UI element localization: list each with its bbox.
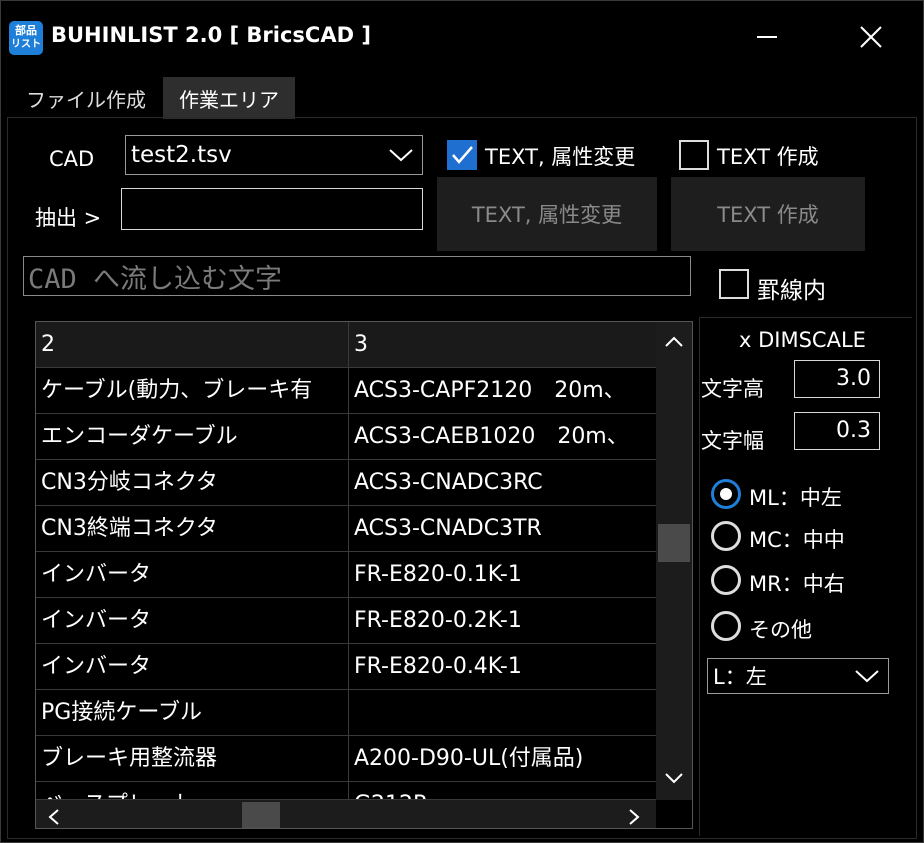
chevron-left-icon[interactable] — [48, 808, 60, 826]
radio-other[interactable] — [711, 611, 741, 641]
vertical-scroll-thumb[interactable] — [658, 524, 690, 562]
table-cell-name[interactable]: ケーブル(動力、ブレーキ有 — [36, 368, 349, 413]
table-cell-name[interactable]: インバータ — [36, 552, 349, 597]
extract-input[interactable] — [121, 188, 423, 230]
table-row[interactable]: PG接続ケーブル — [36, 690, 656, 736]
radio-ml[interactable] — [711, 479, 741, 509]
radio-ml-label[interactable]: ML：中左 — [749, 482, 842, 512]
table-row[interactable]: CN3分岐コネクタ ACS3-CNADC3RC — [36, 460, 656, 506]
cad-text-placeholder: CAD へ流し込む文字 — [28, 263, 283, 295]
table-row[interactable]: ケーブル(動力、ブレーキ有 ACS3-CAPF2120 20m、 — [36, 368, 656, 414]
table-row[interactable]: CN3終端コネクタ ACS3-CNADC3TR — [36, 506, 656, 552]
table-row[interactable]: エンコーダケーブル ACS3-CAEB1020 20m、 — [36, 414, 656, 460]
table-cell-name[interactable]: エンコーダケーブル — [36, 414, 349, 459]
text-create-checkbox-label: TEXT 作成 — [717, 145, 819, 169]
radio-mr-label[interactable]: MR：中右 — [749, 568, 845, 598]
chevron-up-icon[interactable] — [664, 336, 684, 348]
table-row[interactable]: インバータ FR-E820-0.4K-1 — [36, 644, 656, 690]
table-row[interactable]: インバータ FR-E820-0.2K-1 — [36, 598, 656, 644]
table-cell-name[interactable]: PG接続ケーブル — [36, 690, 349, 735]
grid-header-col3[interactable]: 3 — [349, 322, 656, 367]
app-icon-line1: 部品 — [15, 24, 37, 37]
chevron-down-icon[interactable] — [664, 772, 684, 784]
table-cell-name[interactable]: ベースプレート — [36, 782, 349, 799]
title-bar[interactable]: 部品 リスト BUHINLIST 2.0 [ BricsCAD ] — [1, 1, 923, 73]
radio-mc[interactable] — [711, 521, 741, 551]
table-cell-model[interactable]: ACS3-CNADC3RC — [349, 460, 656, 505]
close-icon — [860, 26, 882, 48]
minimize-button[interactable] — [743, 15, 791, 59]
table-cell-name[interactable]: ブレーキ用整流器 — [36, 736, 349, 781]
text-attr-button[interactable]: TEXT, 属性変更 — [437, 177, 657, 251]
text-attr-checkbox-label: TEXT, 属性変更 — [485, 145, 636, 169]
text-attr-checkbox[interactable] — [447, 140, 477, 170]
horizontal-scrollbar[interactable] — [36, 800, 656, 828]
table-cell-name[interactable]: インバータ — [36, 598, 349, 643]
char-height-input[interactable]: 3.0 — [794, 360, 880, 398]
grid-header-col2[interactable]: 2 — [36, 322, 349, 367]
tab-file-create[interactable]: ファイル作成 — [11, 77, 161, 119]
table-cell-name[interactable]: CN3分岐コネクタ — [36, 460, 349, 505]
table-cell-model[interactable]: ACS3-CAPF2120 20m、 — [349, 368, 656, 413]
table-row[interactable]: インバータ FR-E820-0.1K-1 — [36, 552, 656, 598]
cad-file-value: test2.tsv — [131, 142, 232, 168]
table-row[interactable]: ブレーキ用整流器 A200-D90-UL(付属品) — [36, 736, 656, 782]
table-row[interactable]: ベースプレート G212P — [36, 782, 656, 800]
chevron-down-icon — [389, 149, 413, 162]
dimscale-label: x DIMSCALE — [739, 328, 866, 352]
cad-file-select[interactable]: test2.tsv — [125, 135, 423, 175]
table-cell-model[interactable] — [349, 690, 656, 735]
table-cell-model[interactable]: FR-E820-0.2K-1 — [349, 598, 656, 643]
app-icon: 部品 リスト — [9, 21, 43, 55]
text-create-checkbox[interactable] — [679, 140, 709, 170]
scroll-corner — [656, 800, 692, 828]
minimize-icon — [757, 36, 777, 38]
table-cell-name[interactable]: CN3終端コネクタ — [36, 506, 349, 551]
radio-mr[interactable] — [711, 565, 741, 595]
chevron-down-icon — [855, 670, 879, 683]
check-icon — [452, 146, 473, 164]
app-icon-line2: リスト — [11, 39, 41, 50]
char-width-label: 文字幅 — [701, 429, 764, 453]
char-height-label: 文字高 — [701, 377, 764, 401]
align-select[interactable]: L：左 — [707, 658, 889, 694]
table-cell-name[interactable]: インバータ — [36, 644, 349, 689]
radio-other-label[interactable]: その他 — [749, 614, 812, 644]
window-title: BUHINLIST 2.0 [ BricsCAD ] — [51, 23, 371, 47]
text-create-button[interactable]: TEXT 作成 — [671, 177, 865, 251]
frame-checkbox-label: 罫線内 — [757, 278, 826, 304]
table-cell-model[interactable]: G212P — [349, 782, 656, 799]
extract-label: 抽出 > — [35, 206, 102, 230]
cad-label: CAD — [49, 147, 95, 171]
parts-grid[interactable]: 2 3 ケーブル(動力、ブレーキ有 ACS3-CAPF2120 20m、 エンコ… — [35, 321, 693, 829]
table-cell-model[interactable]: A200-D90-UL(付属品) — [349, 736, 656, 781]
table-cell-model[interactable]: ACS3-CAEB1020 20m、 — [349, 414, 656, 459]
radio-mc-label[interactable]: MC：中中 — [749, 524, 845, 554]
frame-checkbox[interactable] — [719, 269, 749, 299]
grid-header-row: 2 3 — [36, 322, 656, 368]
tab-work-area[interactable]: 作業エリア — [163, 77, 295, 119]
app-window: 部品 リスト BUHINLIST 2.0 [ BricsCAD ] ファイル作成… — [0, 0, 924, 843]
chevron-right-icon[interactable] — [628, 808, 640, 826]
close-button[interactable] — [847, 15, 895, 59]
align-select-value: L：左 — [713, 665, 767, 689]
table-cell-model[interactable]: FR-E820-0.4K-1 — [349, 644, 656, 689]
char-width-input[interactable]: 0.3 — [794, 412, 880, 450]
table-cell-model[interactable]: FR-E820-0.1K-1 — [349, 552, 656, 597]
table-cell-model[interactable]: ACS3-CNADC3TR — [349, 506, 656, 551]
horizontal-scroll-thumb[interactable] — [242, 802, 280, 828]
vertical-scrollbar[interactable] — [656, 322, 692, 800]
cad-text-input[interactable]: CAD へ流し込む文字 — [23, 256, 691, 296]
